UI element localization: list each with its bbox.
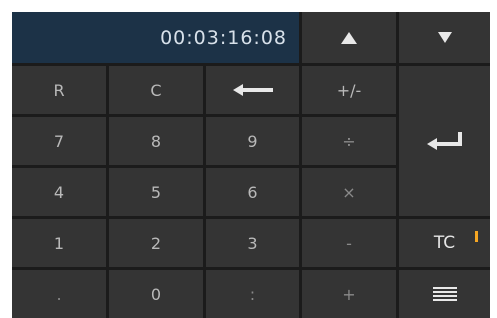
colon-label: : [249,284,256,304]
key-5[interactable]: 5 [109,168,203,216]
key-0[interactable]: 0 [109,270,203,318]
key-8[interactable]: 8 [109,117,203,165]
key-3-label: 3 [247,233,258,253]
reset-label: R [53,80,65,100]
tc-indicator [475,231,478,242]
triangle-down-icon [437,32,452,43]
plus-label: + [342,284,356,304]
key-4-label: 4 [53,182,65,202]
key-7-label: 7 [53,131,65,151]
menu-button[interactable] [399,270,490,318]
tc-label: TC [433,233,456,253]
menu-lines-icon [432,287,457,301]
divide-label: ÷ [342,131,356,151]
key-8-label: 8 [150,131,162,151]
timecode-display: 00:03:16:08 [12,12,299,63]
key-0-label: 0 [150,284,162,304]
key-2-label: 2 [150,233,162,253]
divide-button[interactable]: ÷ [302,117,396,165]
key-6[interactable]: 6 [206,168,299,216]
timecode-keypad: 00:03:16:08 R C +/- 7 8 9 ÷ 4 5 6 × 1 2 … [12,12,490,318]
sign-label: +/- [336,80,362,100]
reset-button[interactable]: R [12,66,106,114]
key-4[interactable]: 4 [12,168,106,216]
backspace-button[interactable] [206,66,299,114]
enter-button[interactable] [399,66,490,216]
sign-toggle-button[interactable]: +/- [302,66,396,114]
backspace-arrow-icon [232,84,273,96]
colon-button[interactable]: : [206,270,299,318]
key-2[interactable]: 2 [109,219,203,267]
key-3[interactable]: 3 [206,219,299,267]
dot-button[interactable]: . [12,270,106,318]
minus-button[interactable]: - [302,219,396,267]
clear-label: C [150,80,162,100]
key-5-label: 5 [150,182,162,202]
key-6-label: 6 [247,182,258,202]
multiply-label: × [342,182,356,202]
dot-label: . [56,284,62,304]
key-1-label: 1 [53,233,65,253]
tc-button[interactable]: TC [399,219,490,267]
plus-button[interactable]: + [302,270,396,318]
clear-button[interactable]: C [109,66,203,114]
multiply-button[interactable]: × [302,168,396,216]
key-7[interactable]: 7 [12,117,106,165]
enter-return-icon [426,132,462,150]
increment-button[interactable] [302,12,396,63]
key-9-label: 9 [247,131,258,151]
timecode-value: 00:03:16:08 [160,26,287,49]
decrement-button[interactable] [399,12,490,63]
key-9[interactable]: 9 [206,117,299,165]
minus-label: - [346,233,352,253]
triangle-up-icon [341,31,357,44]
key-1[interactable]: 1 [12,219,106,267]
